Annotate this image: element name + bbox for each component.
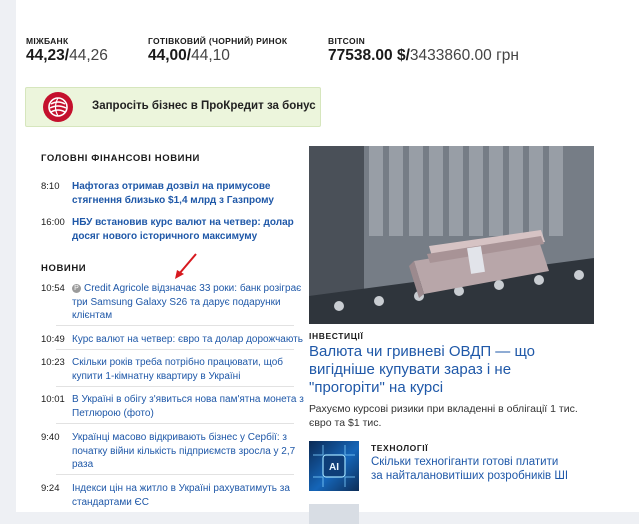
banner-text: Запросіть бізнес в ПроКредит за бонус [92,100,316,112]
news-link[interactable]: В Україні в обігу з'явиться нова пам'ятн… [72,393,310,420]
story-thumbnail[interactable] [309,504,359,524]
featured-title[interactable]: Валюта чи гривневі ОВДП — що вигідніше к… [309,343,584,397]
promo-banner[interactable]: Запросіть бізнес в ПроКредит за бонус [25,87,321,127]
story-title[interactable]: Скільки техногіганти готові платити за н… [371,455,571,483]
news-time: 10:49 [41,334,65,345]
rate-label: ГОТІВКОВИЙ (ЧОРНИЙ) РИНОК [148,36,288,46]
section-title-news: НОВИНИ [41,263,87,274]
news-time: 10:01 [41,394,65,405]
divider [56,386,294,387]
rate-interbank[interactable]: МІЖБАНК 44,23/44,26 [26,36,108,65]
story-thumbnail[interactable]: AI [309,441,359,491]
news-time: 8:10 [41,181,60,192]
divider [56,423,294,424]
partner-badge: P [72,284,81,293]
rate-main: 77538.00 $ [328,47,406,64]
rate-bitcoin[interactable]: BITCOIN 77538.00 $/3433860.00 грн [328,36,519,65]
divider [56,474,294,475]
news-link-text: Credit Agricole відзначає 33 роки: банк … [72,283,302,321]
featured-lead: Рахуємо курсові ризики при вкладенні в о… [309,403,578,429]
news-time: 9:24 [41,483,60,494]
news-time: 9:40 [41,432,60,443]
rate-secondary: 3433860.00 грн [409,47,519,64]
red-arrow-annotation [175,253,197,279]
rate-label: МІЖБАНК [26,36,69,46]
rate-main: 44,23 [26,47,65,64]
ai-chip-icon: AI [313,445,355,487]
news-link[interactable]: Курс валют на четвер: євро та долар доро… [72,333,310,347]
rate-main: 44,00 [148,47,187,64]
news-time: 16:00 [41,217,65,228]
rate-cash-market[interactable]: ГОТІВКОВИЙ (ЧОРНИЙ) РИНОК 44,00/44,10 [148,36,287,65]
news-time: 10:23 [41,357,65,368]
divider [56,325,294,326]
globe-icon [43,92,73,122]
banknote-stack-image [309,146,594,324]
news-link[interactable]: Нафтогаз отримав дозвіл на примусове стя… [72,180,310,207]
news-link[interactable]: P Credit Agricole відзначає 33 роки: банк… [72,282,310,323]
section-title-main-news: ГОЛОВНІ ФІНАНСОВІ НОВИНИ [41,153,200,164]
featured-image[interactable] [309,146,594,324]
news-link[interactable]: Скільки років треба потрібно працювати, … [72,356,310,383]
news-link[interactable]: НБУ встановив курс валют на четвер: дола… [72,216,310,243]
news-link[interactable]: Індекси цін на житло в Україні рахуватим… [72,482,310,509]
thumb-label: AI [329,462,339,473]
divider [56,349,294,350]
story-category[interactable]: ТЕХНОЛОГІЇ [371,443,428,453]
rate-secondary: 44,10 [191,47,230,64]
featured-category[interactable]: ІНВЕСТИЦІЇ [309,331,363,341]
rate-secondary: 44,26 [69,47,108,64]
news-time: 10:54 [41,283,65,294]
rate-label: BITCOIN [328,36,366,46]
news-link[interactable]: Українці масово відкривають бізнес у Сер… [72,431,310,472]
